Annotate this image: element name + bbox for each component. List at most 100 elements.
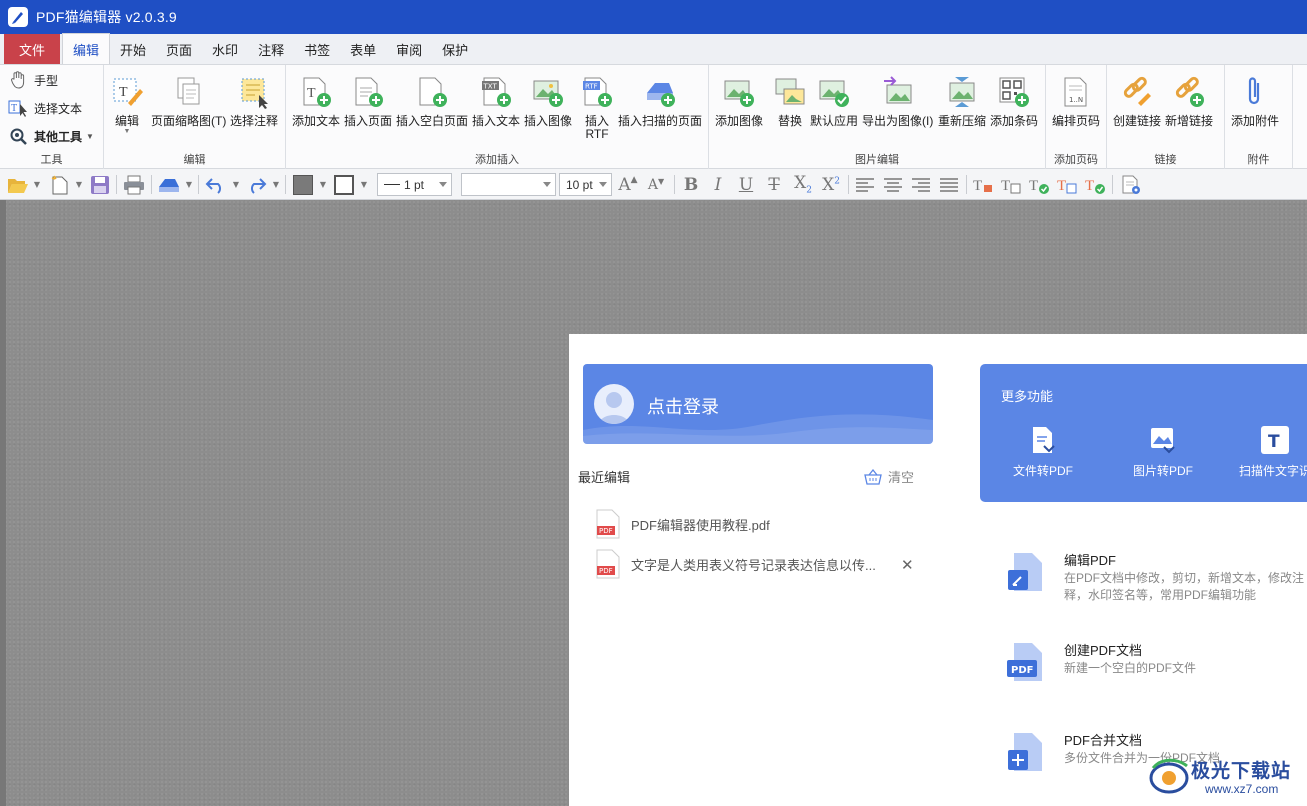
text-format-button-3[interactable]: T [1027, 174, 1051, 195]
image-to-pdf-button[interactable]: 图片转PDF [1133, 424, 1193, 479]
app-title: PDF猫编辑器 v2.0.3.9 [36, 9, 177, 25]
bold-button[interactable]: B [680, 174, 702, 195]
group-edit: T 编辑 ▼ 页面缩略图(T) 选择注释 编辑 [104, 65, 286, 169]
svg-text:T: T [307, 86, 316, 101]
new-file-button[interactable] [48, 174, 72, 195]
clear-recent-button[interactable]: 清空 [864, 467, 914, 486]
page-numbering-button[interactable]: 1..N 编排页码 [1052, 75, 1100, 128]
file-to-pdf-label: 文件转PDF [1013, 464, 1074, 478]
save-button[interactable] [88, 174, 112, 195]
add-barcode-button[interactable]: 添加条码 [990, 75, 1038, 128]
chevron-down-icon[interactable]: ▼ [74, 174, 84, 195]
select-text-tool[interactable]: T 选择文本 [8, 98, 82, 118]
menu-bookmark[interactable]: 书签 [294, 35, 340, 64]
chevron-down-icon[interactable]: ▼ [359, 174, 369, 195]
scan-button[interactable] [156, 174, 182, 195]
increase-font-button[interactable]: A▲ [616, 174, 640, 195]
add-attachment-button[interactable]: 添加附件 [1231, 75, 1279, 128]
font-family-select[interactable] [461, 173, 556, 196]
menu-protect[interactable]: 保护 [432, 35, 478, 64]
chevron-down-icon[interactable]: ▼ [271, 174, 281, 195]
menu-annotate[interactable]: 注释 [248, 35, 294, 64]
group-tools: 手型 T 选择文本 其他工具 ▼ 工具 [0, 65, 104, 169]
scanner-icon [647, 83, 675, 107]
menu-review[interactable]: 审阅 [386, 35, 432, 64]
pdf-file-icon: PDF [596, 509, 620, 539]
create-link-button[interactable]: 创建链接 [1113, 75, 1161, 128]
close-icon[interactable]: ✕ [901, 556, 914, 574]
text-format-button-1[interactable]: T [971, 174, 995, 195]
add-image-button[interactable]: 添加图像 [715, 75, 763, 128]
strikethrough-button[interactable]: T [763, 174, 785, 195]
chevron-down-icon[interactable]: ▼ [184, 174, 194, 195]
more-features-card: 更多功能 文件转PDF 图片转PDF T 扫描件文字识 [980, 364, 1307, 502]
scan-ocr-button[interactable]: T 扫描件文字识 [1239, 424, 1307, 479]
text-format-button-4[interactable]: T [1055, 174, 1079, 195]
watermark-url: www.xz7.com [1205, 782, 1279, 796]
replace-image-button[interactable]: 替换 [773, 75, 807, 128]
document-settings-icon [1122, 175, 1140, 194]
italic-button[interactable]: I [707, 174, 729, 195]
text-format-button-5[interactable]: T [1083, 174, 1107, 195]
other-tools[interactable]: 其他工具 ▼ [8, 126, 94, 146]
decrease-font-button[interactable]: A▼ [644, 174, 668, 195]
fill-color-button[interactable] [290, 174, 316, 195]
feature-title: 创建PDF文档 [1064, 643, 1143, 658]
border-color-button[interactable] [331, 174, 357, 195]
menu-edit[interactable]: 编辑 [62, 33, 111, 64]
insert-image-button[interactable]: 插入图像 [524, 75, 572, 128]
document-properties-button[interactable] [1118, 174, 1144, 195]
export-image-button[interactable]: 导出为图像(I) [862, 75, 933, 128]
feature-title: PDF合并文档 [1064, 733, 1143, 748]
default-apply-button[interactable]: 默认应用 [810, 75, 858, 128]
add-text-button[interactable]: T 添加文本 [292, 75, 340, 128]
select-annotation-button[interactable]: 选择注释 [230, 75, 278, 128]
subscript-button[interactable]: X2 [791, 173, 815, 195]
underline-button[interactable]: U [735, 174, 757, 195]
align-left-button[interactable] [853, 174, 877, 195]
align-right-button[interactable] [909, 174, 933, 195]
menu-watermark[interactable]: 水印 [202, 35, 248, 64]
redo-button[interactable] [243, 174, 269, 195]
insert-blank-label: 插入空白页面 [396, 114, 469, 128]
insert-blank-page-button[interactable]: 插入空白页面 [396, 75, 468, 128]
text-format-button-2[interactable]: T [999, 174, 1023, 195]
login-card[interactable]: 点击登录 [583, 364, 933, 444]
insert-page-button[interactable]: 插入页面 [344, 75, 392, 128]
recent-file-item[interactable]: PDF PDF编辑器使用教程.pdf [595, 509, 915, 539]
print-button[interactable] [121, 174, 147, 195]
edit-button[interactable]: T 编辑 ▼ [110, 75, 144, 135]
menu-start[interactable]: 开始 [110, 35, 156, 64]
line-width-select[interactable]: 1 pt [377, 173, 452, 196]
group-insert: T 添加文本 插入页面 插入空白页面 TXT 插入文本 插入图像 RTF 插入 … [286, 65, 709, 169]
chevron-down-icon[interactable]: ▼ [231, 174, 241, 195]
chevron-down-icon[interactable]: ▼ [32, 174, 42, 195]
edit-label: 编辑 [114, 114, 139, 128]
italic-icon: I [714, 174, 722, 195]
insert-scan-button[interactable]: 插入扫描的页面 [618, 75, 702, 128]
open-file-button[interactable] [6, 174, 30, 195]
insert-text-button[interactable]: TXT 插入文本 [472, 75, 520, 128]
chevron-down-icon[interactable]: ▼ [318, 174, 328, 195]
undo-button[interactable] [203, 174, 229, 195]
svg-text:1..N: 1..N [1069, 96, 1083, 104]
align-center-button[interactable] [881, 174, 905, 195]
justify-button[interactable] [937, 174, 961, 195]
menu-file[interactable]: 文件 [4, 34, 60, 64]
hand-tool[interactable]: 手型 [8, 70, 58, 90]
add-link-button[interactable]: 新增链接 [1165, 75, 1213, 128]
undo-icon [205, 177, 221, 194]
recent-file-item[interactable]: PDF 文字是人类用表义符号记录表达信息以传... ✕ [595, 549, 915, 579]
font-size-select[interactable]: 10 pt [559, 173, 612, 196]
group-label-tools: 工具 [40, 154, 63, 166]
menu-page[interactable]: 页面 [156, 35, 202, 64]
file-to-pdf-button[interactable]: 文件转PDF [1013, 424, 1073, 479]
insert-rtf-button[interactable]: RTF 插入 RTF [580, 75, 614, 141]
superscript-button[interactable]: X2 [819, 174, 843, 195]
group-pagenum: 1..N 编排页码 添加页码 [1046, 65, 1107, 169]
menu-form[interactable]: 表单 [340, 35, 386, 64]
thumbnails-button[interactable]: 页面缩略图(T) [151, 75, 226, 128]
recompress-button[interactable]: 重新压缩 [938, 75, 986, 128]
page-thumbnails-icon [177, 77, 200, 105]
toolbar-separator [198, 175, 199, 194]
